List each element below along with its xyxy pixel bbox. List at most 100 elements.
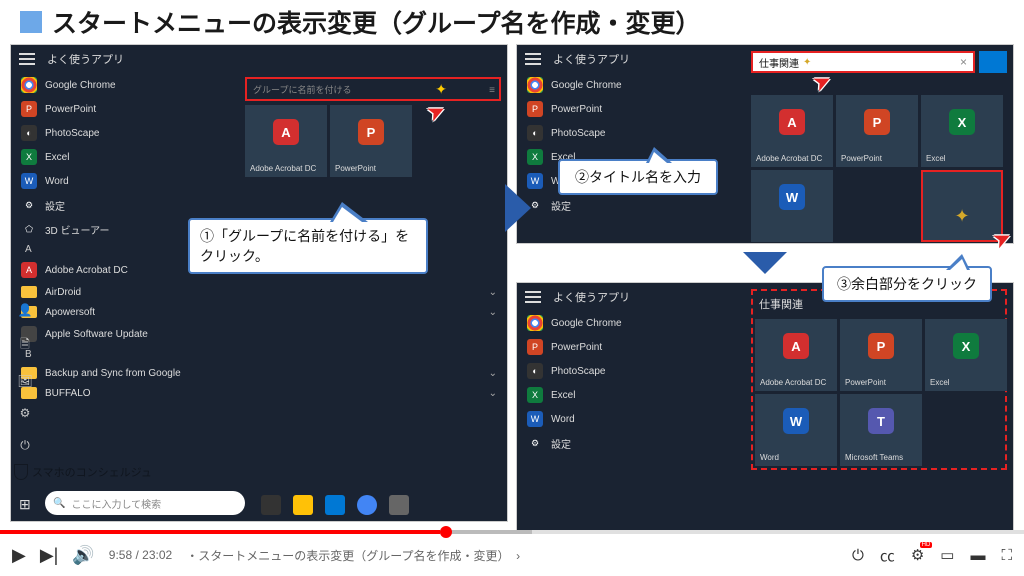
hamburger-icon[interactable] — [525, 53, 541, 65]
power-icon[interactable]: ⏻ — [20, 438, 30, 453]
excel-icon: X — [527, 149, 543, 165]
app-row-excel[interactable]: XExcel — [523, 383, 711, 407]
tile-excel[interactable]: XExcel — [925, 319, 1007, 391]
app-row-buffalo[interactable]: BUFFALO⌄ — [17, 383, 501, 403]
photoscape-icon: ◐ — [527, 363, 543, 379]
app-row-settings[interactable]: ⚙設定 — [523, 431, 711, 455]
clear-icon[interactable]: × — [960, 55, 967, 69]
taskbar-icon[interactable] — [293, 495, 313, 515]
excel-icon: X — [953, 333, 979, 359]
chevron-down-icon: ⌄ — [489, 287, 497, 298]
app-row-settings[interactable]: ⚙設定 — [523, 193, 711, 217]
tile-word[interactable]: WWord — [755, 394, 837, 466]
app-row-chrome[interactable]: Google Chrome — [523, 311, 711, 335]
played-bar — [0, 530, 440, 534]
photoscape-icon: ◐ — [527, 125, 543, 141]
app-row-backup-sync[interactable]: Backup and Sync from Google⌄ — [17, 363, 501, 383]
word-icon: W — [527, 411, 543, 427]
tile-acrobat[interactable]: AAdobe Acrobat DC — [751, 95, 833, 167]
shield-icon — [14, 464, 28, 480]
document-icon[interactable]: 🗎 — [20, 335, 30, 356]
hamburger-icon[interactable] — [19, 53, 35, 65]
hamburger-icon[interactable] — [525, 291, 541, 303]
chrome-icon — [527, 315, 543, 331]
fullscreen-button[interactable]: ⛶ — [1001, 547, 1012, 564]
group-name-placeholder[interactable]: グループに名前を付ける ✦ ≡ — [245, 77, 501, 101]
app-row-word[interactable]: WWord — [523, 407, 711, 431]
taskbar-chrome-icon[interactable] — [357, 495, 377, 515]
tile-teams[interactable]: TMicrosoft Teams — [840, 394, 922, 466]
app-row-powerpoint[interactable]: PPowerPoint — [523, 97, 711, 121]
progress-bar[interactable] — [0, 530, 1024, 534]
acrobat-icon: A — [779, 109, 805, 135]
picture-icon[interactable]: 🖼 — [17, 374, 32, 388]
channel-watermark: スマホのコンシェルジュ — [14, 464, 152, 480]
callout-step-1: ①「グループに名前を付ける」をクリック。 — [188, 218, 428, 274]
taskbar-search[interactable]: 🔍 ここに入力して検索 — [45, 491, 245, 515]
acrobat-icon: A — [21, 262, 37, 278]
powerpoint-icon: P — [868, 333, 894, 359]
app-row-settings[interactable]: ⚙設定 — [17, 193, 501, 217]
play-button[interactable]: ▶ — [12, 545, 26, 566]
taskbar-icon[interactable] — [261, 495, 281, 515]
app-row-powerpoint[interactable]: PPowerPoint — [523, 335, 711, 359]
callout-step-2: ②タイトル名を入力 — [558, 159, 718, 195]
user-icon[interactable]: 👤 — [18, 303, 33, 317]
video-player-bar: ▶ ▶| 🔊 9:58 / 23:02 ・スタートメニューの表示変更（グループ名… — [0, 530, 1024, 576]
gear-icon[interactable]: ⚙ — [20, 406, 31, 420]
app-row-chrome[interactable]: Google Chrome — [523, 73, 711, 97]
chevron-down-icon: ⌄ — [489, 307, 497, 318]
chrome-icon — [527, 77, 543, 93]
app-row-apowersoft[interactable]: Apowersoft⌄ — [17, 302, 501, 322]
startmenu-panel-2: よく使うアプリ Google Chrome PPowerPoint ◐Photo… — [516, 44, 1014, 244]
app-row-photoscape[interactable]: ◐PhotoScape — [523, 121, 711, 145]
app-list-header: よく使うアプリ — [553, 51, 630, 67]
word-icon: W — [783, 408, 809, 434]
windows-start-icon[interactable]: ⊞ — [19, 496, 31, 513]
tile-excel[interactable]: XExcel — [921, 95, 1003, 167]
chrome-icon — [21, 77, 37, 93]
tile-powerpoint[interactable]: PPowerPoint — [840, 319, 922, 391]
captions-button[interactable]: ㏄ — [880, 545, 895, 566]
search-icon: 🔍 — [53, 498, 65, 509]
taskbar-icon[interactable] — [325, 495, 345, 515]
powerpoint-icon: P — [527, 101, 543, 117]
next-button[interactable]: ▶| — [40, 545, 59, 566]
powerpoint-icon: P — [21, 101, 37, 117]
tile-powerpoint[interactable]: PPowerPoint — [330, 105, 412, 177]
tile-acrobat[interactable]: AAdobe Acrobat DC — [755, 319, 837, 391]
teams-icon: T — [868, 408, 894, 434]
spark-icon: ✦ — [435, 81, 447, 98]
tile-word[interactable]: W — [751, 170, 833, 242]
acrobat-icon: A — [783, 333, 809, 359]
taskbar-icon[interactable] — [389, 495, 409, 515]
excel-icon: X — [21, 149, 37, 165]
left-rail: 👤 🗎 🖼 ⚙ ⏻ — [11, 303, 39, 453]
settings-button[interactable]: ⚙HD — [911, 546, 924, 564]
group-name-input[interactable]: 仕事関連 ✦ × — [751, 51, 975, 73]
cube-icon: ⬠ — [21, 221, 37, 237]
excel-icon: X — [527, 387, 543, 403]
word-icon: W — [21, 173, 37, 189]
word-icon: W — [779, 184, 805, 210]
letter-heading-b[interactable]: B — [17, 346, 501, 363]
drag-handle-icon[interactable]: ≡ — [489, 85, 495, 96]
tile-powerpoint[interactable]: PPowerPoint — [836, 95, 918, 167]
volume-button[interactable]: 🔊 — [72, 545, 94, 566]
slide-title: スタートメニューの表示変更（グループ名を作成・変更） — [52, 4, 701, 40]
app-list-header: よく使うアプリ — [553, 289, 630, 305]
miniplayer-button[interactable]: ▭ — [940, 546, 954, 564]
app-row-airdroid[interactable]: AirDroid⌄ — [17, 282, 501, 302]
gear-icon: ⚙ — [21, 197, 37, 213]
powerpoint-icon: P — [864, 109, 890, 135]
autoplay-toggle[interactable]: ⏻ — [852, 547, 864, 564]
drag-handle-icon[interactable] — [979, 51, 1007, 73]
app-row-apple-update[interactable]: Apple Software Update — [17, 322, 501, 346]
theater-button[interactable]: ▬ — [970, 547, 985, 564]
tile-acrobat[interactable]: AAdobe Acrobat DC — [245, 105, 327, 177]
chapter-title[interactable]: ・スタートメニューの表示変更（グループ名を作成・変更） › — [186, 547, 520, 564]
app-row-photoscape[interactable]: ◐PhotoScape — [523, 359, 711, 383]
chevron-down-icon: ⌄ — [489, 388, 497, 399]
spark-icon: ✦ — [928, 196, 996, 236]
taskbar-pinned — [261, 495, 409, 515]
